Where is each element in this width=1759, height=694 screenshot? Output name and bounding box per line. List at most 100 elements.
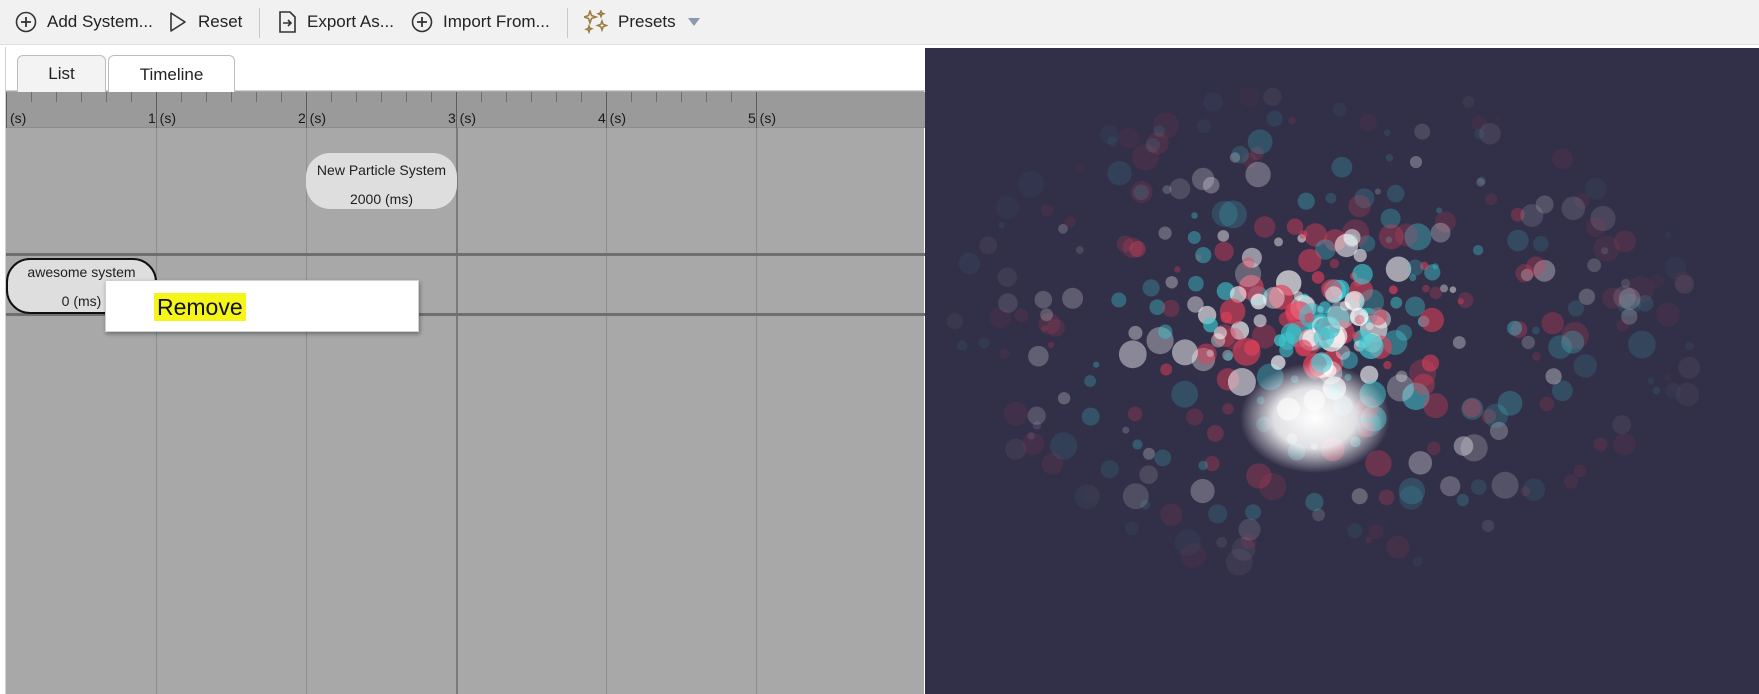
timeline-tracks[interactable]: New Particle System 2000 (ms) awesome sy… (6, 128, 925, 694)
particle (1122, 483, 1149, 510)
tab-timeline[interactable]: Timeline (108, 55, 235, 93)
particle (1111, 292, 1127, 308)
particle (1348, 194, 1371, 218)
particle (1093, 361, 1100, 368)
plus-circle-icon (15, 11, 37, 33)
particle (1245, 161, 1271, 188)
system-name: awesome system (27, 264, 136, 280)
ruler-tick (731, 92, 732, 102)
particle (1541, 312, 1564, 335)
particle (1046, 318, 1065, 337)
particle (1203, 317, 1218, 333)
particle (1196, 119, 1211, 134)
particle (997, 267, 1017, 287)
particle (1133, 184, 1149, 201)
export-as-button[interactable]: Export As... (277, 8, 394, 36)
particle (1586, 217, 1606, 237)
particle (1132, 439, 1143, 450)
particle (1122, 426, 1130, 434)
particle (1171, 380, 1199, 408)
system-start-time: 2000 (ms) (349, 191, 414, 207)
particle (1174, 266, 1181, 273)
particle (1374, 188, 1381, 195)
particle (1678, 356, 1700, 379)
particle (1153, 125, 1165, 137)
particle (995, 195, 1020, 220)
add-system-button[interactable]: Add System... (15, 8, 153, 36)
particle (1440, 476, 1461, 497)
particle (1552, 148, 1573, 170)
ruler-tick (131, 92, 132, 102)
particle (1462, 95, 1475, 108)
particle (1483, 403, 1509, 428)
particle (1158, 226, 1172, 240)
system-block[interactable]: New Particle System 2000 (ms) (306, 153, 457, 209)
particle (1664, 231, 1672, 239)
particle (1240, 533, 1257, 550)
particle (1395, 324, 1413, 341)
ruler-label: 5 (s) (748, 110, 776, 126)
tab-list[interactable]: List (17, 55, 106, 92)
particle (1430, 222, 1451, 243)
ruler-tick (56, 92, 57, 102)
ruler-tick (306, 92, 307, 128)
export-file-icon (277, 11, 297, 33)
time-ruler[interactable]: (s) 1 (s) 2 (s) 3 (s) 4 (s) 5 (s) (6, 92, 925, 128)
particle (1062, 287, 1084, 309)
particle (1612, 415, 1632, 435)
ruler-tick (406, 92, 407, 102)
particle (1075, 246, 1084, 254)
particle (1456, 493, 1469, 507)
particle (1449, 286, 1457, 293)
reset-button[interactable]: Reset (168, 8, 242, 36)
presets-sparkle-icon (584, 10, 608, 34)
particle (1481, 519, 1495, 533)
particle (1378, 489, 1395, 506)
particle (1663, 373, 1672, 381)
particle (1224, 352, 1233, 361)
ruler-tick (181, 92, 182, 102)
particle (1423, 393, 1449, 419)
particle-core-glow (1240, 363, 1390, 473)
particle (1491, 471, 1519, 499)
particle (1685, 341, 1694, 351)
particle (1195, 247, 1212, 264)
import-from-label: Import From... (443, 12, 550, 31)
particle (1335, 345, 1351, 360)
particle (1485, 193, 1498, 206)
presets-dropdown[interactable]: Presets (584, 8, 700, 36)
particle-field (946, 86, 1700, 576)
particle (1191, 212, 1198, 219)
particle (1254, 216, 1276, 238)
particle-preview-canvas[interactable] (925, 48, 1759, 694)
particle (1021, 432, 1045, 456)
import-from-button[interactable]: Import From... (411, 8, 550, 36)
particle (978, 337, 990, 349)
particle (946, 313, 963, 330)
remove-menu-item[interactable]: Remove (154, 293, 246, 321)
ruler-tick (456, 92, 457, 128)
grid-line (456, 128, 458, 694)
particle (1332, 102, 1347, 117)
particle (1614, 230, 1636, 253)
particle (1656, 302, 1680, 327)
particle (1474, 128, 1485, 140)
reset-label: Reset (198, 12, 243, 31)
ruler-tick (256, 92, 257, 102)
particle (1220, 311, 1233, 324)
particle (1187, 231, 1201, 244)
ruler-tick (431, 92, 432, 102)
particle (1158, 324, 1173, 339)
ruler-tick (656, 92, 657, 102)
particle (1311, 271, 1325, 284)
particle (1561, 196, 1586, 221)
ruler-tick (556, 92, 557, 102)
particle (1160, 363, 1173, 376)
particle (1064, 216, 1076, 228)
particle (1047, 341, 1055, 349)
particle (1231, 145, 1249, 164)
particle (1041, 453, 1064, 475)
particle (1383, 129, 1391, 137)
particle (1288, 117, 1296, 125)
particle (1652, 386, 1661, 395)
